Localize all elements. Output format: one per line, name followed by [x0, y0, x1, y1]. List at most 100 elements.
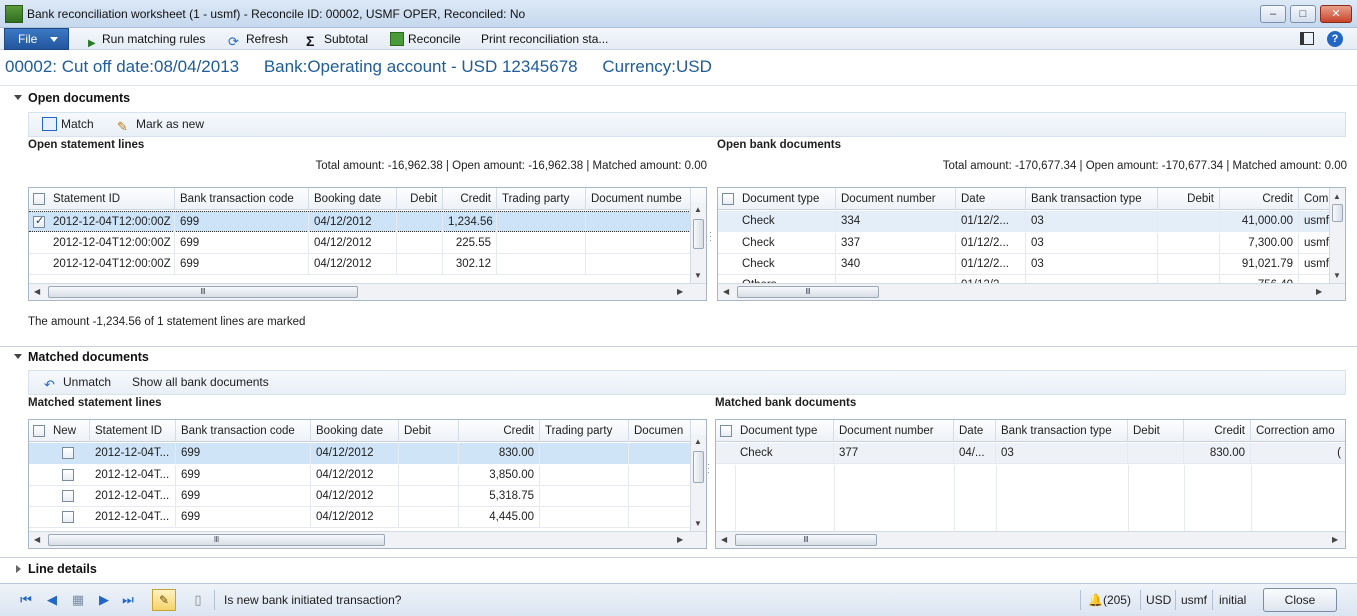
cell[interactable] — [586, 212, 691, 233]
table-row[interactable]: 2012-12-04T... 699 04/12/2012 3,850.00 — [29, 465, 691, 486]
column-header[interactable]: Correction amo — [1251, 420, 1345, 442]
cell[interactable] — [497, 254, 586, 275]
cell[interactable] — [497, 212, 586, 233]
cell[interactable] — [540, 486, 629, 507]
cell[interactable] — [1158, 233, 1220, 254]
column-header[interactable]: Credit — [459, 420, 540, 442]
scroll-right-icon[interactable]: ▶ — [1332, 535, 1338, 544]
column-header[interactable]: Document number — [834, 420, 954, 442]
scroll-thumb[interactable]: Ⅲ — [737, 286, 879, 298]
file-menu-button[interactable]: File — [4, 28, 69, 50]
cell[interactable]: 03 — [996, 443, 1128, 464]
cell[interactable]: 2012-12-04T... — [90, 443, 176, 464]
cell[interactable]: 830.00 — [459, 443, 540, 464]
scroll-left-icon[interactable]: ◀ — [721, 535, 727, 544]
close-window-button[interactable]: ✕ — [1320, 5, 1352, 23]
vertical-scrollbar[interactable]: ▲ ▼ — [690, 435, 706, 531]
cell[interactable]: 2012-12-04T... — [90, 465, 176, 486]
cell[interactable]: 04/12/2012 — [311, 465, 399, 486]
select-all-checkbox[interactable] — [720, 425, 732, 437]
cell[interactable]: Check — [737, 211, 836, 232]
cell[interactable]: 2012-12-04T... — [90, 507, 176, 528]
show-all-bank-documents-button[interactable]: Show all bank documents — [132, 375, 269, 389]
table-row[interactable]: Check 334 01/12/2... 03 41,000.00 usmf — [718, 211, 1331, 232]
cell[interactable]: 337 — [836, 233, 956, 254]
cell[interactable]: 3,850.00 — [459, 465, 540, 486]
close-button[interactable]: Close — [1263, 588, 1337, 612]
column-header[interactable]: Document number — [836, 188, 956, 210]
cell[interactable]: 5,318.75 — [459, 486, 540, 507]
cell[interactable]: 4,445.00 — [459, 507, 540, 528]
column-header[interactable]: Bank transaction type — [996, 420, 1128, 442]
table-row[interactable]: Check 340 01/12/2... 03 91,021.79 usmf — [718, 254, 1331, 275]
cell[interactable]: 7,300.00 — [1220, 233, 1299, 254]
splitter-grip[interactable]: · · · — [707, 460, 710, 477]
cell[interactable]: 01/12/2... — [956, 211, 1026, 232]
scroll-thumb[interactable]: Ⅲ — [48, 286, 358, 298]
select-all-checkbox[interactable] — [33, 193, 45, 205]
attachment-icon[interactable]: ▯ — [190, 592, 206, 608]
column-header[interactable]: Bank transaction code — [175, 188, 309, 210]
scroll-thumb[interactable]: Ⅲ — [48, 534, 385, 546]
cell[interactable]: 340 — [836, 254, 956, 275]
column-header[interactable]: Debit — [1128, 420, 1184, 442]
row-checkbox[interactable] — [33, 214, 45, 228]
cell[interactable]: 699 — [176, 443, 311, 464]
cell[interactable]: 2012-12-04T12:00:00Z — [48, 254, 175, 275]
scroll-left-icon[interactable]: ◀ — [34, 535, 40, 544]
cell[interactable]: 1,234.56 — [443, 212, 497, 233]
scroll-right-icon[interactable]: ▶ — [677, 535, 683, 544]
cell[interactable]: usmf — [1299, 254, 1331, 275]
scroll-thumb[interactable] — [693, 219, 704, 249]
column-header[interactable]: Debit — [399, 420, 459, 442]
grid-view-icon[interactable]: ▦ — [70, 592, 86, 608]
cell[interactable] — [399, 507, 459, 528]
table-row[interactable]: 2012-12-04T... 699 04/12/2012 830.00 — [29, 443, 691, 464]
column-header[interactable]: Document type — [737, 188, 836, 210]
scroll-thumb[interactable] — [693, 451, 704, 483]
cell[interactable]: 699 — [176, 507, 311, 528]
scroll-down-icon[interactable]: ▼ — [694, 271, 702, 280]
company-indicator[interactable]: usmf — [1181, 593, 1207, 607]
table-row[interactable]: 2012-12-04T... 699 04/12/2012 5,318.75 — [29, 486, 691, 507]
cell[interactable] — [629, 465, 691, 486]
cell[interactable] — [397, 233, 443, 254]
cell[interactable]: 830.00 — [1184, 443, 1251, 464]
column-header[interactable]: Credit — [1184, 420, 1251, 442]
maximize-button[interactable]: □ — [1290, 5, 1316, 23]
table-row[interactable]: Check 377 04/... 03 830.00 ( — [716, 443, 1345, 464]
cell[interactable] — [399, 443, 459, 464]
cell[interactable]: 04/12/2012 — [309, 254, 397, 275]
horizontal-scrollbar[interactable]: ◀ Ⅲ ▶ — [29, 531, 706, 548]
cell[interactable] — [629, 507, 691, 528]
column-header[interactable]: Date — [956, 188, 1026, 210]
cell[interactable]: 04/12/2012 — [311, 486, 399, 507]
splitter-grip[interactable]: · · · — [709, 228, 712, 245]
table-row[interactable]: 2012-12-04T12:00:00Z 699 04/12/2012 302.… — [29, 254, 691, 275]
scroll-down-icon[interactable]: ▼ — [694, 519, 702, 528]
cell[interactable]: 699 — [176, 486, 311, 507]
cell[interactable]: Check — [735, 443, 834, 464]
column-header[interactable]: Statement ID — [48, 188, 175, 210]
horizontal-scrollbar[interactable]: ◀ Ⅲ ▶ — [718, 283, 1345, 300]
cell[interactable]: ( — [1251, 443, 1345, 464]
table-row[interactable]: 2012-12-04T12:00:00Z 699 04/12/2012 1,23… — [29, 211, 691, 233]
cell[interactable] — [629, 443, 691, 464]
cell[interactable] — [629, 486, 691, 507]
cell[interactable]: 04/... — [954, 443, 996, 464]
column-header[interactable]: Trading party — [540, 420, 629, 442]
vertical-scrollbar[interactable]: ▲ ▼ — [1329, 188, 1345, 284]
cell[interactable] — [497, 233, 586, 254]
cell[interactable]: 03 — [1026, 233, 1158, 254]
select-all-checkbox[interactable] — [722, 193, 734, 205]
cell[interactable]: 699 — [175, 212, 309, 233]
new-checkbox[interactable] — [62, 447, 74, 459]
scroll-up-icon[interactable]: ▲ — [694, 205, 702, 214]
vertical-scrollbar[interactable]: ▲ ▼ — [690, 203, 706, 283]
column-header[interactable]: Documen — [629, 420, 691, 442]
run-matching-rules-button[interactable]: ▶ Run matching rules — [88, 31, 205, 49]
matched-documents-header[interactable]: Matched documents — [0, 346, 1357, 368]
cell[interactable]: usmf — [1299, 233, 1331, 254]
horizontal-scrollbar[interactable]: ◀ Ⅲ ▶ — [29, 283, 706, 300]
notifications-button[interactable]: 🔔(205) — [1088, 593, 1131, 607]
